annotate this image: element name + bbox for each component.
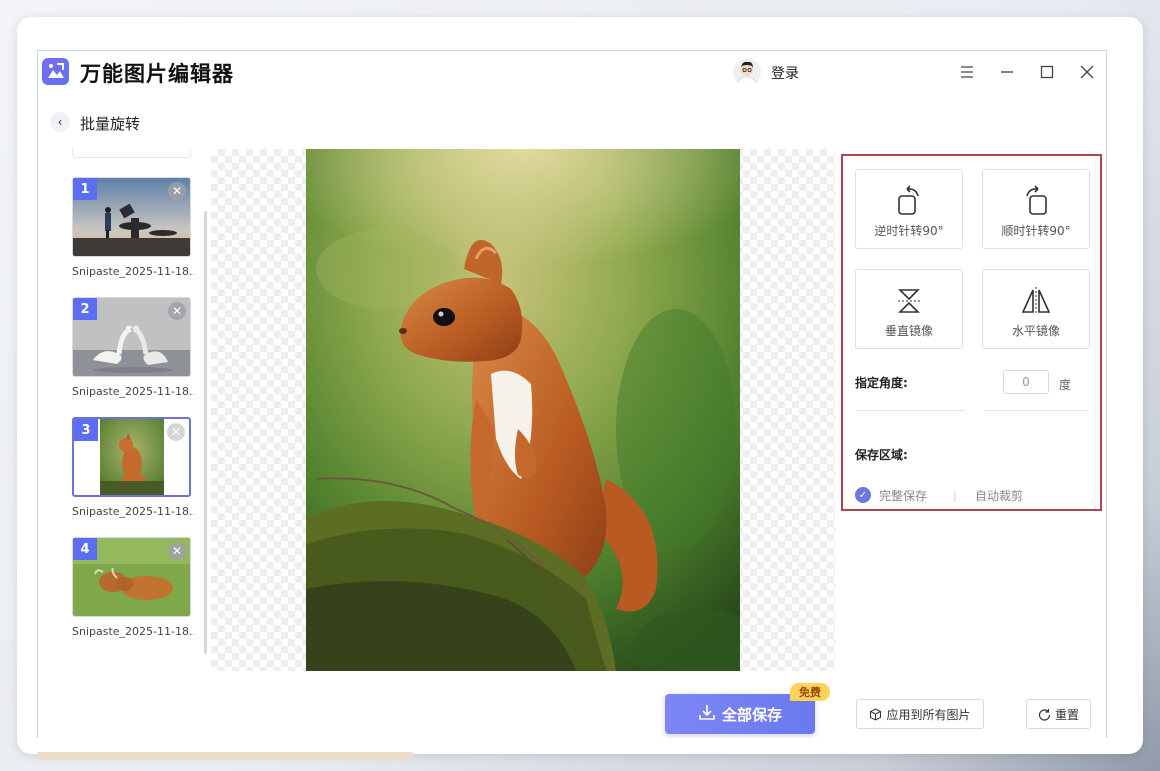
option-divider: | (953, 489, 957, 502)
remove-thumbnail-icon[interactable]: ✕ (167, 423, 185, 441)
free-badge: 免费 (790, 683, 830, 701)
thumbnail-filename: Snipaste_2025-11-18... (72, 505, 194, 518)
cube-icon (869, 707, 882, 721)
thumbnail-filename: Snipaste_2025-11-18... (72, 385, 194, 398)
reset-button[interactable]: 重置 (1026, 699, 1091, 729)
flip-vertical-button[interactable]: 垂直镜像 (855, 269, 963, 349)
thumbnail-number: 3 (74, 419, 98, 441)
thumbnail-number: 1 (73, 178, 97, 200)
app-logo-icon (42, 58, 69, 85)
thumbnail-card-3[interactable]: 3 ✕ (72, 417, 191, 497)
rotate-ccw-button[interactable]: 逆时针转90° (855, 169, 963, 249)
full-save-radio[interactable]: ✓ (855, 487, 871, 503)
thumbnail-card-4[interactable]: 4 ✕ (72, 537, 191, 617)
remove-thumbnail-icon[interactable]: ✕ (168, 182, 186, 200)
flip-horizontal-icon (983, 284, 1089, 318)
apply-to-all-button[interactable]: 应用到所有图片 (856, 699, 984, 729)
close-icon[interactable] (1074, 59, 1100, 85)
apply-to-all-label: 应用到所有图片 (886, 707, 971, 722)
save-area-label: 保存区域: (855, 448, 908, 462)
rotate-options-panel: 逆时针转90° 顺时针转90° 垂直镜像 水平镜像 指定角度: 0 度 保存区域… (841, 154, 1102, 511)
angle-input[interactable] (1003, 370, 1049, 394)
flip-vertical-icon (856, 284, 962, 318)
preview-image (306, 149, 740, 671)
login-link[interactable]: 登录 (771, 63, 799, 83)
angle-unit: 度 (1059, 378, 1072, 392)
rotate-cw-icon (983, 184, 1089, 218)
app-title: 万能图片编辑器 (80, 62, 234, 86)
thumbnail-number: 2 (73, 298, 97, 320)
thumbnail-card-2[interactable]: 2 ✕ (72, 297, 191, 377)
thumbnail-card-1[interactable]: 1 ✕ (72, 177, 191, 257)
flip-horizontal-button[interactable]: 水平镜像 (982, 269, 1090, 349)
chevron-left-icon: ‹ (57, 115, 63, 129)
taskbar-preview-strip (37, 752, 413, 760)
flip-vertical-label: 垂直镜像 (884, 324, 933, 338)
back-button[interactable]: ‹ (50, 112, 70, 132)
user-avatar[interactable] (733, 58, 761, 86)
reset-icon (1038, 708, 1051, 721)
remove-thumbnail-icon[interactable]: ✕ (168, 302, 186, 320)
remove-thumbnail-icon[interactable]: ✕ (168, 542, 186, 560)
thumbnail-scrollbar[interactable] (204, 211, 207, 654)
auto-crop-option[interactable]: 自动裁剪 (975, 487, 1023, 504)
reset-label: 重置 (1054, 707, 1079, 722)
rotate-ccw-label: 逆时针转90° (874, 224, 944, 238)
app-window: 万能图片编辑器 登录 ‹ 批量旋转 1 ✕ Snipaste_2025-11-1… (37, 50, 1107, 738)
rotate-cw-label: 顺时针转90° (1001, 224, 1071, 238)
maximize-icon[interactable] (1034, 59, 1060, 85)
thumbnail-number: 4 (73, 538, 97, 560)
thumbnail-filename: Snipaste_2025-11-18... (72, 265, 194, 278)
flip-horizontal-label: 水平镜像 (1011, 324, 1060, 338)
full-save-option[interactable]: 完整保存 (879, 487, 927, 504)
download-icon (698, 703, 716, 725)
minimize-icon[interactable] (994, 59, 1020, 85)
angle-slider-right[interactable] (985, 410, 1089, 411)
thumbnail-filename: Snipaste_2025-11-18... (72, 625, 194, 638)
rotate-cw-button[interactable]: 顺时针转90° (982, 169, 1090, 249)
save-all-label: 全部保存 (721, 705, 782, 724)
page-title: 批量旋转 (80, 115, 141, 133)
angle-label: 指定角度: (855, 376, 908, 390)
rotate-ccw-icon (856, 184, 962, 218)
menu-icon[interactable] (954, 59, 980, 85)
angle-slider-left[interactable] (857, 410, 965, 411)
thumbnail-list-top-edge (72, 148, 191, 158)
